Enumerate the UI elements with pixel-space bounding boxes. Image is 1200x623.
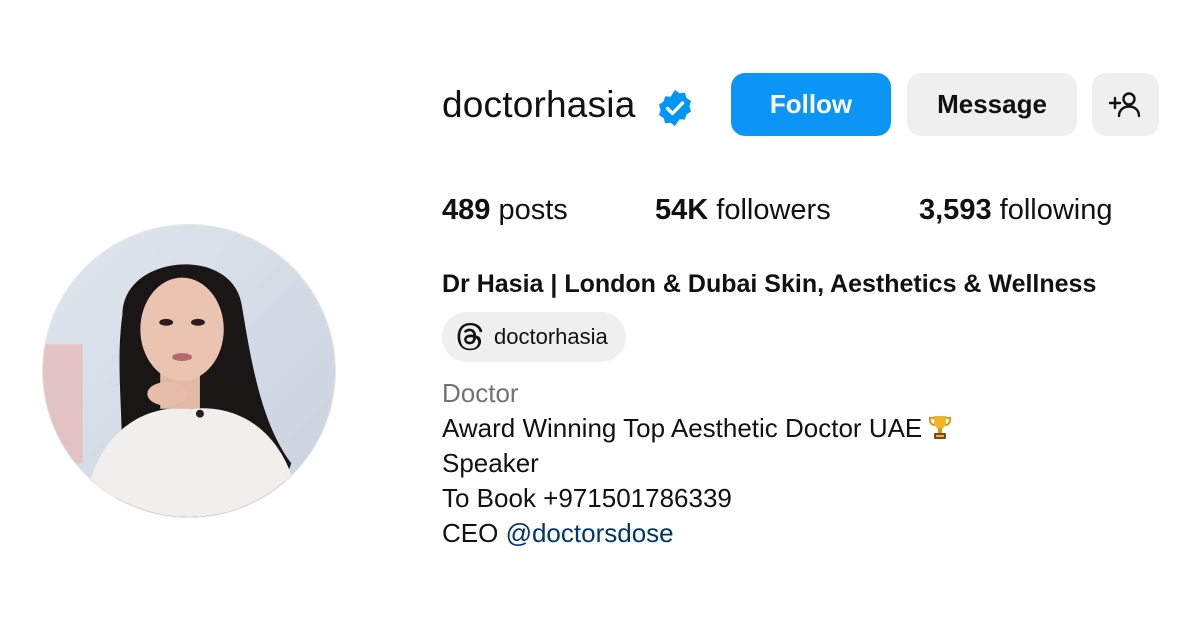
suggest-user-button[interactable] bbox=[1092, 73, 1159, 136]
verified-badge-icon bbox=[659, 90, 691, 126]
threads-link[interactable]: doctorhasia bbox=[442, 312, 626, 362]
avatar-image bbox=[43, 225, 335, 517]
bio-line-ceo: CEO @doctorsdose bbox=[442, 516, 674, 550]
followers-label: followers bbox=[708, 194, 831, 226]
following-number: 3,593 bbox=[919, 194, 992, 226]
follow-button[interactable]: Follow bbox=[731, 73, 891, 136]
posts-label: posts bbox=[490, 194, 568, 226]
bio-line-award: Award Winning Top Aesthetic Doctor UAE bbox=[442, 411, 954, 445]
message-button[interactable]: Message bbox=[907, 73, 1077, 136]
posts-number: 489 bbox=[442, 194, 491, 226]
following-label: following bbox=[991, 194, 1113, 226]
following-link[interactable]: 3,593 following bbox=[919, 191, 1112, 229]
threads-icon bbox=[457, 323, 483, 351]
followers-number: 54K bbox=[655, 194, 709, 226]
bio-line-ceo-prefix: CEO bbox=[442, 518, 506, 548]
followers-link[interactable]: 54K followers bbox=[655, 191, 831, 229]
profile-full-name: Dr Hasia | London & Dubai Skin, Aestheti… bbox=[442, 270, 1097, 298]
threads-handle: doctorhasia bbox=[494, 324, 608, 349]
bio-line-booking: To Book +971501786339 bbox=[442, 483, 732, 513]
profile-avatar[interactable] bbox=[42, 224, 336, 518]
doctorsdose-mention-link[interactable]: @doctorsdose bbox=[506, 518, 674, 548]
add-user-icon bbox=[1108, 91, 1140, 117]
posts-count: 489 posts bbox=[442, 191, 568, 229]
trophy-icon bbox=[929, 416, 952, 439]
profile-page: doctorhasia Follow Message 489 posts 54K… bbox=[0, 0, 1200, 623]
bio-line-speaker: Speaker bbox=[442, 448, 539, 478]
bio-line-award-text: Award Winning Top Aesthetic Doctor UAE bbox=[442, 413, 923, 443]
profile-category: Doctor bbox=[442, 378, 519, 408]
profile-username: doctorhasia bbox=[442, 84, 636, 125]
